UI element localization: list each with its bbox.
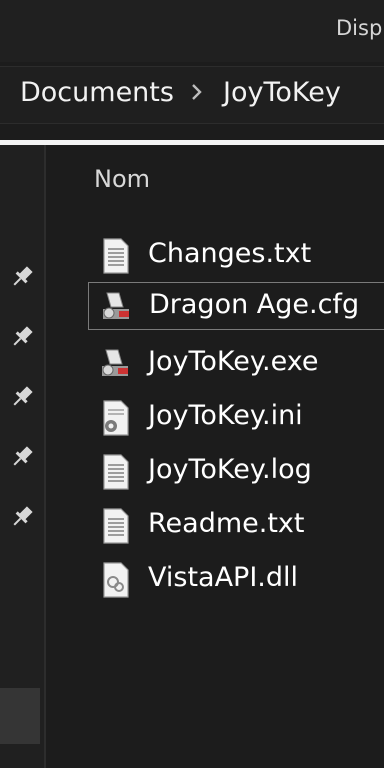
file-row[interactable]: JoyToKey.log xyxy=(88,448,384,496)
column-header-name[interactable]: Nom xyxy=(94,165,150,193)
title-bar: Disp xyxy=(0,0,384,62)
file-row-focused[interactable]: Dragon Age.cfg xyxy=(88,282,384,330)
text-file-icon xyxy=(103,454,129,490)
breadcrumb-joytokey[interactable]: JoyToKey xyxy=(223,77,341,108)
file-name: Changes.txt xyxy=(148,238,312,269)
breadcrumb-documents[interactable]: Documents xyxy=(20,77,174,108)
file-name: Readme.txt xyxy=(148,508,305,539)
address-field[interactable]: Documents JoyToKey xyxy=(0,66,384,124)
file-row[interactable]: JoyToKey.exe xyxy=(88,340,384,388)
file-name: JoyToKey.log xyxy=(148,454,312,485)
file-name: JoyToKey.exe xyxy=(148,346,319,377)
file-row[interactable]: JoyToKey.ini xyxy=(88,394,384,442)
file-name: VistaAPI.dll xyxy=(148,562,299,593)
file-row[interactable]: VistaAPI.dll xyxy=(88,556,384,604)
pin-icon[interactable] xyxy=(8,443,36,471)
window-title-truncated: Disp xyxy=(336,16,383,40)
navigation-pane xyxy=(0,145,44,768)
pin-icon[interactable] xyxy=(8,503,36,531)
dll-file-icon xyxy=(103,562,129,598)
settings-file-icon xyxy=(103,400,129,436)
text-file-icon xyxy=(103,238,129,274)
file-name: Dragon Age.cfg xyxy=(149,289,360,320)
pin-icon[interactable] xyxy=(8,383,36,411)
address-bar: Documents JoyToKey xyxy=(0,66,384,124)
application-icon xyxy=(102,349,128,376)
pin-icon[interactable] xyxy=(8,263,36,291)
nav-item-selected[interactable] xyxy=(0,688,40,744)
text-file-icon xyxy=(103,508,129,544)
file-row[interactable]: Changes.txt xyxy=(88,232,384,280)
pane-separator xyxy=(0,140,384,145)
pin-icon[interactable] xyxy=(8,323,36,351)
config-file-icon xyxy=(103,292,129,319)
file-name: JoyToKey.ini xyxy=(148,400,303,431)
file-row[interactable]: Readme.txt xyxy=(88,502,384,550)
chevron-right-icon[interactable] xyxy=(186,81,206,103)
pane-divider[interactable] xyxy=(44,145,46,768)
